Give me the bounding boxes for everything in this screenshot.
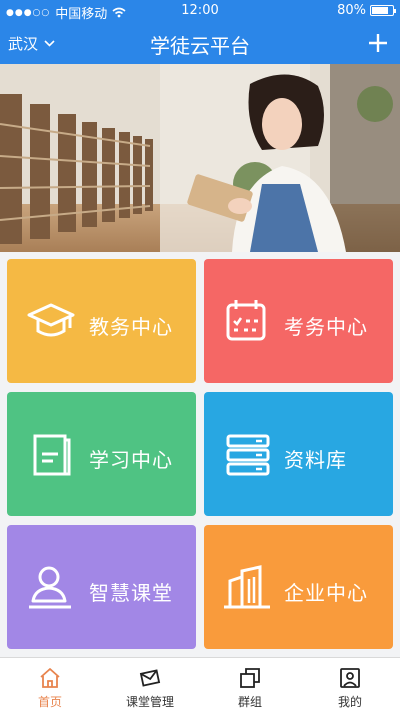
tab-classroom-management[interactable]: 课堂管理 <box>100 658 200 711</box>
group-icon <box>240 668 260 688</box>
tile-label: 教务中心 <box>89 315 173 339</box>
tab-profile[interactable]: 我的 <box>300 658 400 711</box>
tile-enterprise-center[interactable]: 企业中心 <box>204 525 393 649</box>
building-icon <box>224 565 270 609</box>
tile-exam-center[interactable]: 考务中心 <box>204 259 393 383</box>
tab-label: 课堂管理 <box>125 695 174 709</box>
tile-learning-center[interactable]: 学习中心 <box>7 392 196 516</box>
tile-smart-classroom[interactable]: 智慧课堂 <box>7 525 196 649</box>
page-title: 学徒云平台 <box>150 34 250 58</box>
graduation-cap-icon <box>27 303 75 337</box>
tile-label: 考务中心 <box>284 315 368 339</box>
database-icon <box>226 434 270 476</box>
tab-label: 群组 <box>237 695 262 709</box>
banner-image[interactable] <box>0 64 400 252</box>
tab-label: 我的 <box>337 695 362 709</box>
tile-label: 资料库 <box>284 448 347 472</box>
status-bar: ●●●○○ 中国移动 12:00 80% <box>0 0 400 22</box>
add-icon[interactable] <box>366 31 390 55</box>
header-bar: 武汉 学徒云平台 <box>0 22 400 64</box>
banner-illustration <box>0 64 400 252</box>
tile-label: 智慧课堂 <box>89 581 173 605</box>
home-icon <box>40 668 60 688</box>
tile-library[interactable]: 资料库 <box>204 392 393 516</box>
battery-percent: 80% <box>337 3 366 18</box>
profile-icon <box>340 668 360 688</box>
tab-home[interactable]: 首页 <box>0 658 100 711</box>
battery-icon <box>370 5 396 16</box>
tab-groups[interactable]: 群组 <box>200 658 300 711</box>
user-icon <box>29 566 71 609</box>
bottom-tab-bar: 首页 课堂管理 群组 我的 <box>0 657 400 711</box>
tile-academic-center[interactable]: 教务中心 <box>7 259 196 383</box>
tab-label: 首页 <box>37 695 62 709</box>
calendar-icon <box>226 300 266 341</box>
tile-label: 学习中心 <box>89 448 173 472</box>
tile-label: 企业中心 <box>284 581 368 605</box>
book-icon <box>33 434 71 476</box>
mail-icon <box>139 669 161 687</box>
